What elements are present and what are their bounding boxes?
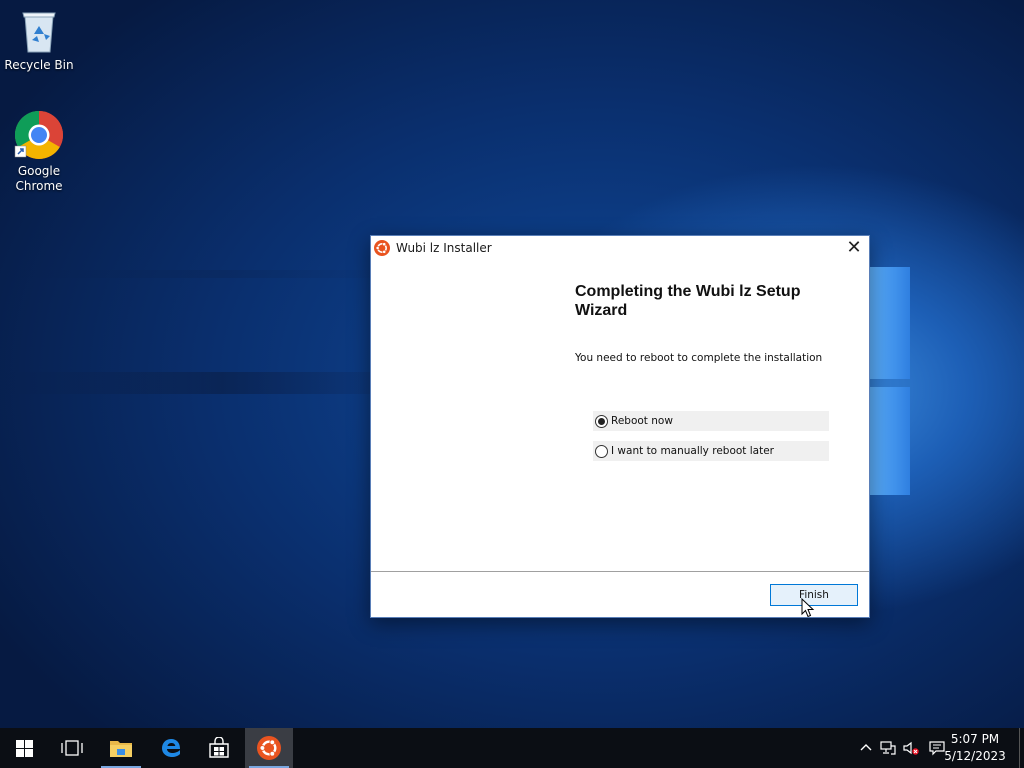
desktop-icon-google-chrome[interactable]: Google Chrome xyxy=(1,110,77,194)
taskbar-clock[interactable]: 5:07 PM 5/12/2023 xyxy=(940,731,1010,765)
ubuntu-icon xyxy=(374,240,390,256)
dialog-titlebar[interactable]: Wubi lz Installer ✕ xyxy=(371,236,869,262)
start-button[interactable] xyxy=(0,728,48,768)
wallpaper-ray xyxy=(0,270,370,278)
radio-reboot-later[interactable] xyxy=(595,444,608,458)
show-desktop-button[interactable] xyxy=(1019,728,1024,768)
clock-date: 5/12/2023 xyxy=(944,749,1006,763)
option-label: I want to manually reboot later xyxy=(611,445,774,457)
close-button[interactable]: ✕ xyxy=(839,236,869,262)
volume-muted-icon[interactable] xyxy=(903,740,919,756)
taskbar: 5:07 PM 5/12/2023 xyxy=(0,728,1024,768)
store-button[interactable] xyxy=(195,728,243,768)
option-label: Reboot now xyxy=(611,415,673,427)
option-reboot-later[interactable]: I want to manually reboot later xyxy=(593,441,829,461)
ubuntu-installer-button[interactable] xyxy=(245,728,293,768)
show-hidden-icons-chevron-up-icon[interactable] xyxy=(858,740,874,756)
task-view-button[interactable] xyxy=(48,728,96,768)
chrome-icon xyxy=(14,110,64,160)
recycle-bin-icon xyxy=(22,12,56,53)
dialog-separator xyxy=(371,571,869,572)
network-icon[interactable] xyxy=(880,740,896,756)
edge-icon xyxy=(162,739,180,757)
wizard-heading: Completing the Wubi lz Setup Wizard xyxy=(575,283,801,319)
file-explorer-button[interactable] xyxy=(97,728,145,768)
action-center-icon[interactable] xyxy=(929,740,945,756)
desktop-icon-label: Recycle Bin xyxy=(4,58,74,72)
desktop-icon-label: Google Chrome xyxy=(15,164,63,193)
installer-dialog: Wubi lz Installer ✕ Completing the Wubi … xyxy=(370,235,870,618)
ubuntu-icon xyxy=(257,736,281,760)
clock-time: 5:07 PM xyxy=(950,732,1000,746)
mouse-cursor-icon xyxy=(801,598,815,618)
option-reboot-now[interactable]: Reboot now xyxy=(593,411,829,431)
wizard-message: You need to reboot to complete the insta… xyxy=(575,352,823,364)
desktop-icon-recycle-bin[interactable]: Recycle Bin xyxy=(1,8,77,73)
store-icon xyxy=(209,737,229,758)
radio-reboot-now[interactable] xyxy=(595,414,608,428)
close-icon: ✕ xyxy=(846,237,862,258)
windows-logo-wallpaper xyxy=(868,255,916,505)
dialog-title: Wubi lz Installer xyxy=(396,241,492,255)
edge-button[interactable] xyxy=(147,728,195,768)
start-icon xyxy=(15,739,33,757)
file-explorer-icon xyxy=(110,741,132,757)
wallpaper-ray xyxy=(0,372,370,394)
task-view-icon xyxy=(61,740,83,756)
